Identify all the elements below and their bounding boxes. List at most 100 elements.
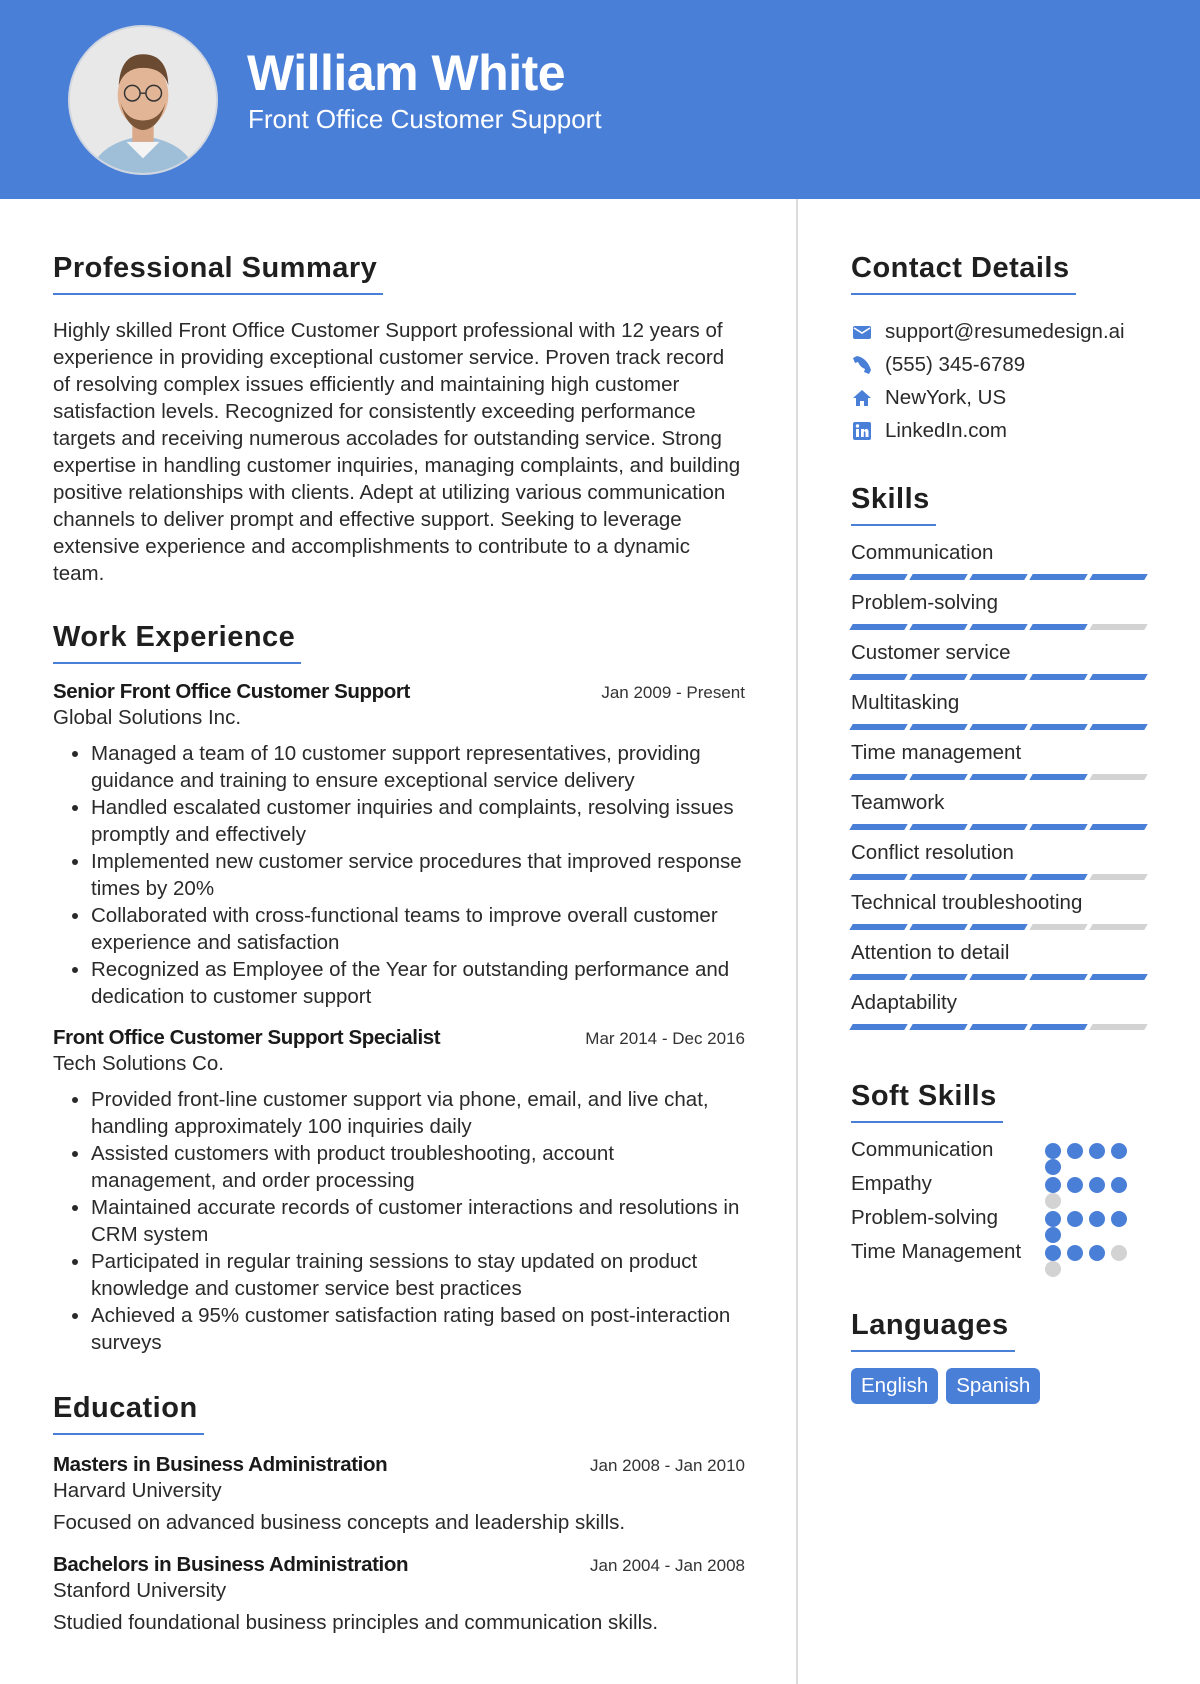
skill-level-bar [849,924,1151,930]
skill-item: Customer service [849,640,1151,690]
level-segment-filled [909,874,968,880]
level-segment-filled [909,574,968,580]
skill-name: Technical troubleshooting [851,891,1083,914]
level-segment-filled [969,824,1028,830]
level-segment-empty [1089,624,1148,630]
level-segment-empty [1089,924,1148,930]
contact-item[interactable]: support@resumedesign.ai [851,315,1151,348]
contact-text: NewYork, US [885,385,1007,409]
level-segment-filled [849,974,908,980]
level-segment-filled [849,924,908,930]
level-segment-empty [1029,924,1088,930]
contact-heading: Contact Details [851,252,1076,295]
main-column: Professional Summary Highly skilled Fron… [53,252,745,1635]
language-badge: Spanish [946,1368,1041,1404]
skill-item: Time management [849,740,1151,790]
level-segment-empty [1089,874,1148,880]
summary-section: Professional Summary Highly skilled Fron… [53,252,745,587]
job-bullets: Provided front-line customer support via… [53,1086,745,1356]
job-entry: Front Office Customer Support Specialist… [53,1026,745,1356]
level-segment-filled [969,874,1028,880]
skills-heading: Skills [851,483,936,526]
soft-skill-item: Communication [851,1137,1151,1175]
level-segment-filled [849,824,908,830]
level-segment-filled [849,674,908,680]
soft-skill-rating [1045,1239,1133,1277]
contact-text: support@resumedesign.ai [885,319,1125,343]
job-date: Jan 2009 - Present [601,683,745,702]
level-segment-filled [909,774,968,780]
profile-photo [68,25,218,175]
level-segment-filled [1089,724,1148,730]
rating-dot-filled [1111,1143,1127,1159]
level-segment-filled [1029,674,1088,680]
skill-item: Teamwork [849,790,1151,840]
level-segment-filled [1029,824,1088,830]
skills-section: Skills Communication Problem-solving Custo… [849,483,1151,1040]
bullet-item: Recognized as Employee of the Year for o… [91,956,745,1010]
level-segment-filled [909,1024,968,1030]
bullet-item: Collaborated with cross-functional teams… [91,902,745,956]
education-header: Masters in Business Administration Jan 20… [53,1453,745,1477]
rating-dot-empty [1045,1261,1061,1277]
rating-dot-filled [1111,1177,1127,1193]
level-segment-filled [849,624,908,630]
language-badge: English [851,1368,939,1404]
level-segment-empty [1089,1024,1148,1030]
rating-dot-filled [1089,1143,1105,1159]
education-date: Jan 2004 - Jan 2008 [589,1556,745,1575]
linkedin-icon [851,420,873,442]
education-description: Studied foundational business principles… [53,1611,659,1634]
person-portrait-icon [70,27,216,173]
soft-skill-rating [1045,1205,1133,1243]
level-segment-filled [969,974,1028,980]
soft-skills-heading: Soft Skills [851,1080,1003,1123]
skill-item: Multitasking [849,690,1151,740]
soft-skill-name: Empathy [851,1172,932,1195]
education-description: Focused on advanced business concepts an… [53,1511,626,1534]
education-section: Education Masters in Business Administra… [53,1392,745,1635]
skill-name: Teamwork [851,791,945,814]
level-segment-filled [969,774,1028,780]
level-segment-filled [1089,974,1148,980]
bullet-item: Assisted customers with product troubles… [91,1140,745,1194]
rating-dot-filled [1089,1177,1105,1193]
education-header: Bachelors in Business Administration Jan … [53,1553,745,1577]
degree-title: Masters in Business Administration [53,1453,388,1476]
level-segment-filled [909,924,968,930]
experience-heading: Work Experience [53,621,302,664]
contact-text: LinkedIn.com [885,418,1007,442]
skill-item: Technical troubleshooting [849,890,1151,940]
skill-item: Conflict resolution [849,840,1151,890]
level-segment-filled [849,574,908,580]
contact-item[interactable]: LinkedIn.com [851,414,1151,447]
level-segment-filled [1089,824,1148,830]
rating-dot-empty [1111,1245,1127,1261]
school-name: Stanford University [53,1579,227,1602]
job-company: Tech Solutions Co. [53,1052,224,1075]
skill-name: Customer service [851,641,1011,664]
skill-level-bar [849,1024,1151,1030]
level-segment-filled [1029,724,1088,730]
skill-item: Adaptability [849,990,1151,1040]
degree-title: Bachelors in Business Administration [53,1553,409,1576]
summary-text: Highly skilled Front Office Customer Sup… [53,319,741,585]
rating-dot-filled [1111,1211,1127,1227]
rating-dot-filled [1067,1177,1083,1193]
contact-item[interactable]: (555) 345-6789 [851,348,1151,381]
experience-section: Work Experience Senior Front Office Cust… [53,621,745,1356]
soft-skill-item: Empathy [851,1171,1151,1209]
bullet-item: Participated in regular training session… [91,1248,745,1302]
job-header: Front Office Customer Support Specialist… [53,1026,745,1050]
level-segment-filled [969,574,1028,580]
school-name: Harvard University [53,1479,222,1502]
contact-item[interactable]: NewYork, US [851,381,1151,414]
skill-name: Multitasking [851,691,960,714]
soft-skill-name: Communication [851,1138,994,1161]
rating-dot-filled [1067,1211,1083,1227]
rating-dot-filled [1089,1245,1105,1261]
level-segment-filled [1029,874,1088,880]
languages-section: Languages English Spanish [851,1309,1151,1404]
education-date: Jan 2008 - Jan 2010 [589,1456,745,1475]
rating-dot-filled [1067,1143,1083,1159]
